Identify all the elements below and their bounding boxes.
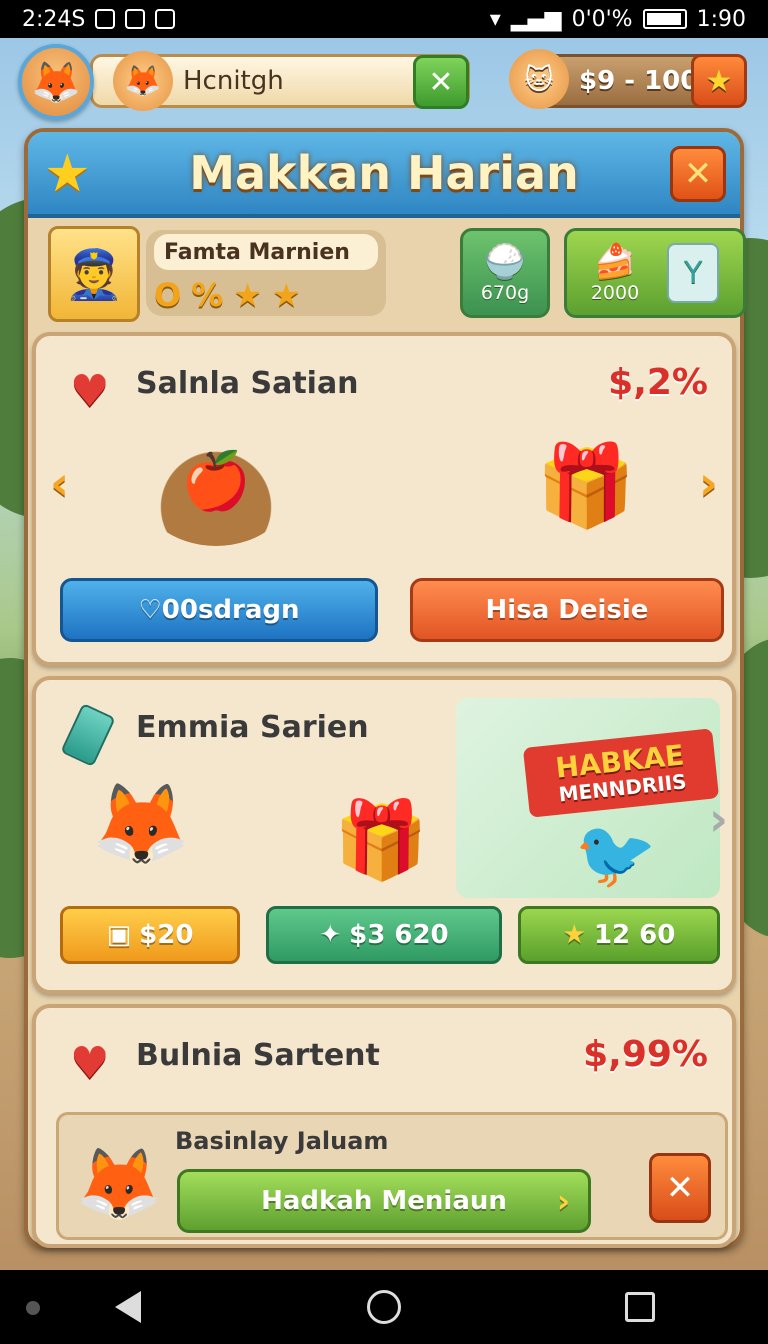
star-icon: ★: [44, 144, 91, 204]
fruit-basket-icon: 🍎: [136, 416, 296, 546]
button-label: Hadkah Meniaun: [261, 1186, 507, 1216]
battery-icon: [642, 9, 687, 29]
close-panel-button[interactable]: ✕: [670, 146, 726, 202]
card-percent: $,2%: [608, 362, 708, 403]
home-button[interactable]: [362, 1285, 406, 1329]
status-left: 2:24S: [22, 6, 176, 32]
pet-coin-icon: 🐱: [509, 49, 569, 109]
button-label: Hisa Deisie: [485, 595, 649, 625]
back-icon: [115, 1291, 141, 1323]
percent-icon: %: [191, 276, 224, 314]
button-label: $20: [139, 920, 194, 950]
offer-card-1: ♥ Salnla Satian $,2% ‹ › 🍎 🎁 ♡ 00sdragn …: [32, 332, 736, 666]
username: Hcnitgh: [183, 66, 284, 96]
close-offer-button[interactable]: ✕: [649, 1153, 711, 1223]
star-icon: ★: [562, 920, 586, 950]
button-label: $3 620: [349, 920, 449, 950]
pet-avatar-icon: 🦊: [113, 51, 173, 111]
nav-dot-icon: [26, 1301, 40, 1315]
card-title: Salnla Satian: [136, 366, 359, 401]
notification-icon: [125, 9, 146, 29]
android-nav-bar: [0, 1270, 768, 1344]
slingshot-icon: Y: [667, 243, 720, 303]
phone-icon: [60, 702, 116, 768]
chevron-right-icon[interactable]: ›: [709, 792, 728, 846]
heart-icon: ♥: [70, 1038, 110, 1089]
price-button-1[interactable]: ▣ $20: [60, 906, 240, 964]
panel-title: Makkan Harian: [189, 146, 579, 200]
recents-button[interactable]: [618, 1285, 662, 1329]
chevron-right-icon[interactable]: ›: [699, 456, 718, 510]
button-label: 00sdragn: [161, 595, 300, 625]
money-amount: $9 - 100: [579, 66, 699, 96]
money-bar[interactable]: 🐱 $9 - 100 ★: [509, 49, 747, 109]
wifi-icon: ▾: [489, 6, 501, 32]
gem-icon: ✦: [319, 920, 342, 950]
fox-mascot-icon: 🦊: [75, 1142, 163, 1225]
menu-button[interactable]: Hadkah Meniaun ›: [177, 1169, 591, 1233]
fox-mascot-icon: 🦊: [91, 778, 191, 871]
player-row: 👮 Famta Marnien O % ★ ★ 🍚 670g 🍰 2000 Y: [48, 226, 746, 322]
card-title: Bulnia Sartent: [136, 1038, 380, 1073]
status-bar: 2:24S ▾ ▂▄▆ 0'0'% 1:90: [0, 0, 768, 38]
button-label: 12 60: [593, 920, 676, 950]
status-time: 2:24S: [22, 6, 86, 32]
card-percent: $,99%: [583, 1034, 708, 1075]
player-portrait[interactable]: 👮: [48, 226, 140, 322]
battery-percent: 0'0'%: [571, 6, 633, 32]
offer-card-2: HABKAE MENNDRIIS Emmia Sarien 🦊 🎁 🐦 › ▣ …: [32, 676, 736, 994]
profile-avatar[interactable]: 🦊: [18, 44, 94, 120]
notification-icon: [95, 9, 116, 29]
stat-value: 2000: [590, 282, 640, 304]
heart-icon: ♥: [70, 366, 110, 417]
heart-icon: ♡: [138, 595, 162, 625]
status-right: ▾ ▂▄▆ 0'0'% 1:90: [490, 7, 746, 32]
gift-box-icon: 🎁: [536, 439, 636, 532]
offer-card-3: ♥ Bulnia Sartent $,99% 🦊 Basinlay Jaluam…: [32, 1004, 736, 1248]
price-button-3[interactable]: ★ 12 60: [518, 906, 720, 964]
claim-button[interactable]: Hisa Deisie: [410, 578, 724, 642]
sub-offer: 🦊 Basinlay Jaluam Hadkah Meniaun › ✕: [56, 1112, 728, 1240]
sub-title: Basinlay Jaluam: [175, 1127, 389, 1155]
close-username-button[interactable]: ✕: [413, 55, 469, 109]
red-bird-icon: 🐦: [574, 816, 658, 893]
stat-value: 670g: [480, 282, 530, 304]
chevron-left-icon[interactable]: ‹: [50, 456, 69, 510]
panel-header: ★ Makkan Harian ✕: [28, 132, 740, 218]
notification-icon: [155, 9, 176, 29]
top-hud: 🦊 Hcnitgh ✕ 🦊 🐱 $9 - 100 ★: [16, 44, 756, 124]
rice-bowl-icon: 🍚: [483, 242, 527, 282]
stat-rice[interactable]: 🍚 670g: [460, 228, 550, 318]
heart-button[interactable]: ♡ 00sdragn: [60, 578, 378, 642]
status-time-right: 1:90: [696, 6, 746, 32]
bag-icon: ▣: [106, 920, 132, 950]
username-bar[interactable]: 🦊 Hcnitgh ✕: [90, 51, 470, 111]
chevron-right-icon: ›: [556, 1182, 570, 1220]
stat-cake[interactable]: 🍰 2000 Y: [564, 228, 746, 318]
home-icon: [367, 1290, 401, 1324]
ring-icon: O: [154, 276, 182, 314]
star-icon[interactable]: ★: [691, 54, 747, 108]
daily-meal-panel: ★ Makkan Harian ✕ 👮 Famta Marnien O % ★ …: [24, 128, 746, 1248]
card-title: Emmia Sarien: [136, 710, 369, 745]
player-info: Famta Marnien O % ★ ★: [146, 230, 386, 316]
recents-icon: [625, 1292, 655, 1322]
star-icon: ★: [271, 276, 301, 314]
player-name: Famta Marnien: [154, 234, 378, 270]
price-button-2[interactable]: ✦ $3 620: [266, 906, 502, 964]
cake-icon: 🍰: [593, 242, 637, 282]
signal-icon: ▂▄▆: [510, 6, 562, 32]
gift-box-icon: 🎁: [333, 795, 429, 884]
star-icon: ★: [233, 276, 262, 314]
back-button[interactable]: [106, 1285, 150, 1329]
player-badges: O % ★ ★: [154, 276, 378, 314]
